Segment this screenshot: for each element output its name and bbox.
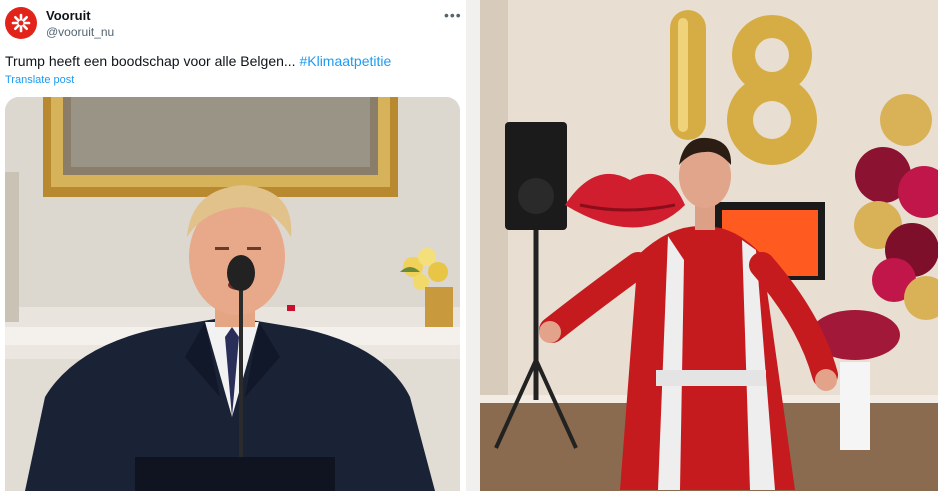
tweet-body: Trump heeft een boodschap voor alle Belg… — [5, 53, 300, 69]
author-name[interactable]: Vooruit — [46, 8, 91, 23]
tweet-text: Trump heeft een boodschap voor alle Belg… — [5, 53, 391, 69]
vooruit-avatar[interactable] — [5, 7, 37, 39]
translate-post-link[interactable]: Translate post — [5, 74, 74, 86]
more-horizontal-icon[interactable]: ••• — [444, 7, 462, 23]
speaker-at-podium-photo — [5, 97, 460, 491]
hashtag-link[interactable]: #Klimaatpetitie — [299, 53, 391, 69]
asterisk-logo-icon — [11, 13, 31, 33]
right-video-frame[interactable] — [480, 0, 938, 491]
panel-divider — [466, 0, 480, 491]
tweet-media[interactable] — [5, 97, 460, 491]
birthday-party-costume-video — [480, 0, 938, 491]
author-handle[interactable]: @vooruit_nu — [46, 25, 114, 39]
tweet-card: Vooruit @vooruit_nu ••• Trump heeft een … — [0, 0, 466, 491]
